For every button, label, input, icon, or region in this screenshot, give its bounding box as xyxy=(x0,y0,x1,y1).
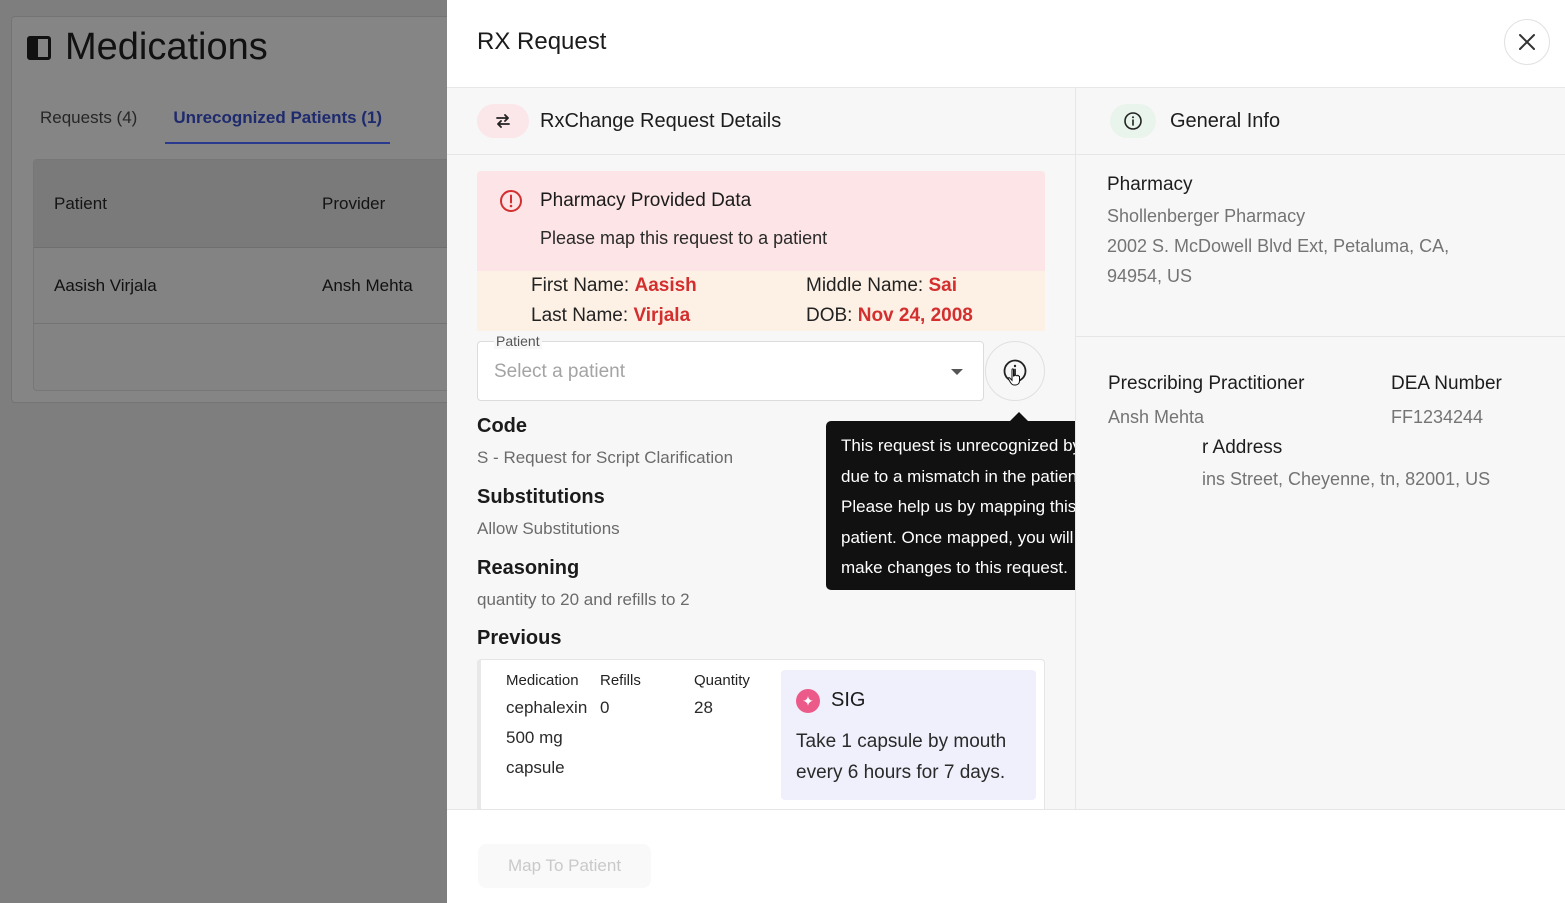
pharmacy-label: Pharmacy xyxy=(1107,174,1193,195)
rxchange-section-title: RxChange Request Details xyxy=(540,109,782,132)
sig-card: ✦ SIG Take 1 capsule by mouth every 6 ho… xyxy=(781,670,1036,800)
code-value: S - Request for Script Clarification xyxy=(477,448,734,467)
info-icon xyxy=(1110,104,1156,138)
previous-label: Previous xyxy=(477,627,562,649)
practitioner-name: Ansh Mehta xyxy=(1108,407,1205,427)
table-header: Patient Provider xyxy=(34,160,472,248)
column-header-patient: Patient xyxy=(54,193,107,213)
general-info-title: General Info xyxy=(1170,109,1281,132)
middle-name-value: Sai xyxy=(928,275,958,296)
alert-title: Pharmacy Provided Data xyxy=(540,190,752,211)
cell-patient: Aasish Virjala xyxy=(54,275,157,295)
practitioner-label: Prescribing Practitioner xyxy=(1108,373,1305,394)
cell-provider: Ansh Mehta xyxy=(322,275,413,295)
modal-title: RX Request xyxy=(477,28,607,55)
last-name-value: Virjala xyxy=(633,305,691,326)
first-name-value: Aasish xyxy=(634,275,697,296)
tab-requests[interactable]: Requests (4) xyxy=(40,108,137,144)
column-header-provider: Provider xyxy=(322,193,386,213)
medication-name: cephalexin xyxy=(506,698,588,717)
pharmacy-address-line1: 2002 S. McDowell Blvd Ext, Petaluma, CA, xyxy=(1107,236,1450,256)
pharmacy-name: Shollenberger Pharmacy xyxy=(1107,206,1306,226)
pharmacy-data-alert: Pharmacy Provided Data Please map this r… xyxy=(477,171,1045,271)
alert-circle-icon xyxy=(500,190,522,212)
column-header-refills: Refills xyxy=(600,672,641,689)
substitutions-label: Substitutions xyxy=(477,486,605,508)
swap-arrows-icon xyxy=(477,104,529,138)
pharmacy-address-line2: 94954, US xyxy=(1107,266,1193,286)
general-info-header: General Info xyxy=(1076,88,1565,155)
patients-table: Patient Provider Aasish Virjala Ansh Meh… xyxy=(33,159,473,391)
middle-name: Middle Name: Sai xyxy=(806,275,958,296)
unrecognized-tooltip: This request is unrecognized by this sys… xyxy=(826,412,1075,590)
sig-title: SIG xyxy=(831,689,866,711)
chevron-down-icon xyxy=(951,369,963,375)
rxchange-section-header: RxChange Request Details xyxy=(447,88,1075,155)
pharmacy-patient-data: First Name: Aasish Middle Name: Sai Last… xyxy=(477,271,1045,331)
page-title: Medications xyxy=(27,26,268,69)
last-name: Last Name: Virjala xyxy=(531,305,691,326)
dea-number-value: FF1234244 xyxy=(1391,407,1484,427)
medication-form: capsule xyxy=(506,758,565,777)
hand-cursor-icon xyxy=(1007,368,1020,386)
previous-prescription: Medication Refills Quantity cephalexin 5… xyxy=(477,659,1045,809)
dob-value: Nov 24, 2008 xyxy=(857,305,973,326)
patient-select-placeholder: Select a patient xyxy=(494,361,625,382)
sidebar-toggle-icon[interactable] xyxy=(27,35,51,60)
quantity-value: 28 xyxy=(694,698,713,717)
divider xyxy=(1076,336,1565,337)
practitioner-address-value: ins Street, Cheyenne, tn, 82001, US xyxy=(1202,469,1491,489)
dob: DOB: Nov 24, 2008 xyxy=(806,305,973,326)
modal-footer: Map To Patient xyxy=(447,811,1565,903)
code-label: Code xyxy=(477,415,527,437)
alert-message: Please map this request to a patient xyxy=(540,228,828,248)
close-button[interactable] xyxy=(1504,19,1550,65)
patient-select[interactable]: Select a patient xyxy=(477,341,984,401)
general-info-column: General Info Pharmacy Shollenberger Phar… xyxy=(1076,88,1565,809)
reasoning-label: Reasoning xyxy=(477,557,580,579)
sig-text: Take 1 capsule by mouth every 6 hours fo… xyxy=(796,731,1007,783)
dea-number-label: DEA Number xyxy=(1391,373,1502,394)
first-name: First Name: Aasish xyxy=(531,275,697,296)
sparkle-icon: ✦ xyxy=(796,689,820,713)
close-icon xyxy=(1519,34,1535,50)
table-row[interactable]: Aasish Virjala Ansh Mehta xyxy=(34,248,472,324)
page-title-text: Medications xyxy=(65,26,268,68)
map-to-patient-button[interactable]: Map To Patient xyxy=(478,844,651,888)
rx-request-modal: RX Request RxChange Request Details Phar… xyxy=(447,0,1565,903)
patient-field-label: Patient xyxy=(494,333,542,349)
tabs: Requests (4) Unrecognized Patients (1) xyxy=(40,108,391,144)
modal-header: RX Request xyxy=(447,0,1565,88)
substitutions-value: Allow Substitutions xyxy=(477,519,620,538)
modal-body: RxChange Request Details Pharmacy Provid… xyxy=(447,88,1565,810)
practitioner-address-label: r Address xyxy=(1202,437,1283,458)
rxchange-details-column: RxChange Request Details Pharmacy Provid… xyxy=(447,88,1076,809)
background-page: Medications Requests (4) Unrecognized Pa… xyxy=(0,0,473,903)
tab-unrecognized-patients[interactable]: Unrecognized Patients (1) xyxy=(165,108,391,144)
column-header-medication: Medication xyxy=(506,672,579,689)
column-header-quantity: Quantity xyxy=(694,672,750,689)
refills-value: 0 xyxy=(600,698,610,717)
medication-strength: 500 mg xyxy=(506,728,563,747)
reasoning-value: quantity to 20 and refills to 2 xyxy=(477,590,690,609)
